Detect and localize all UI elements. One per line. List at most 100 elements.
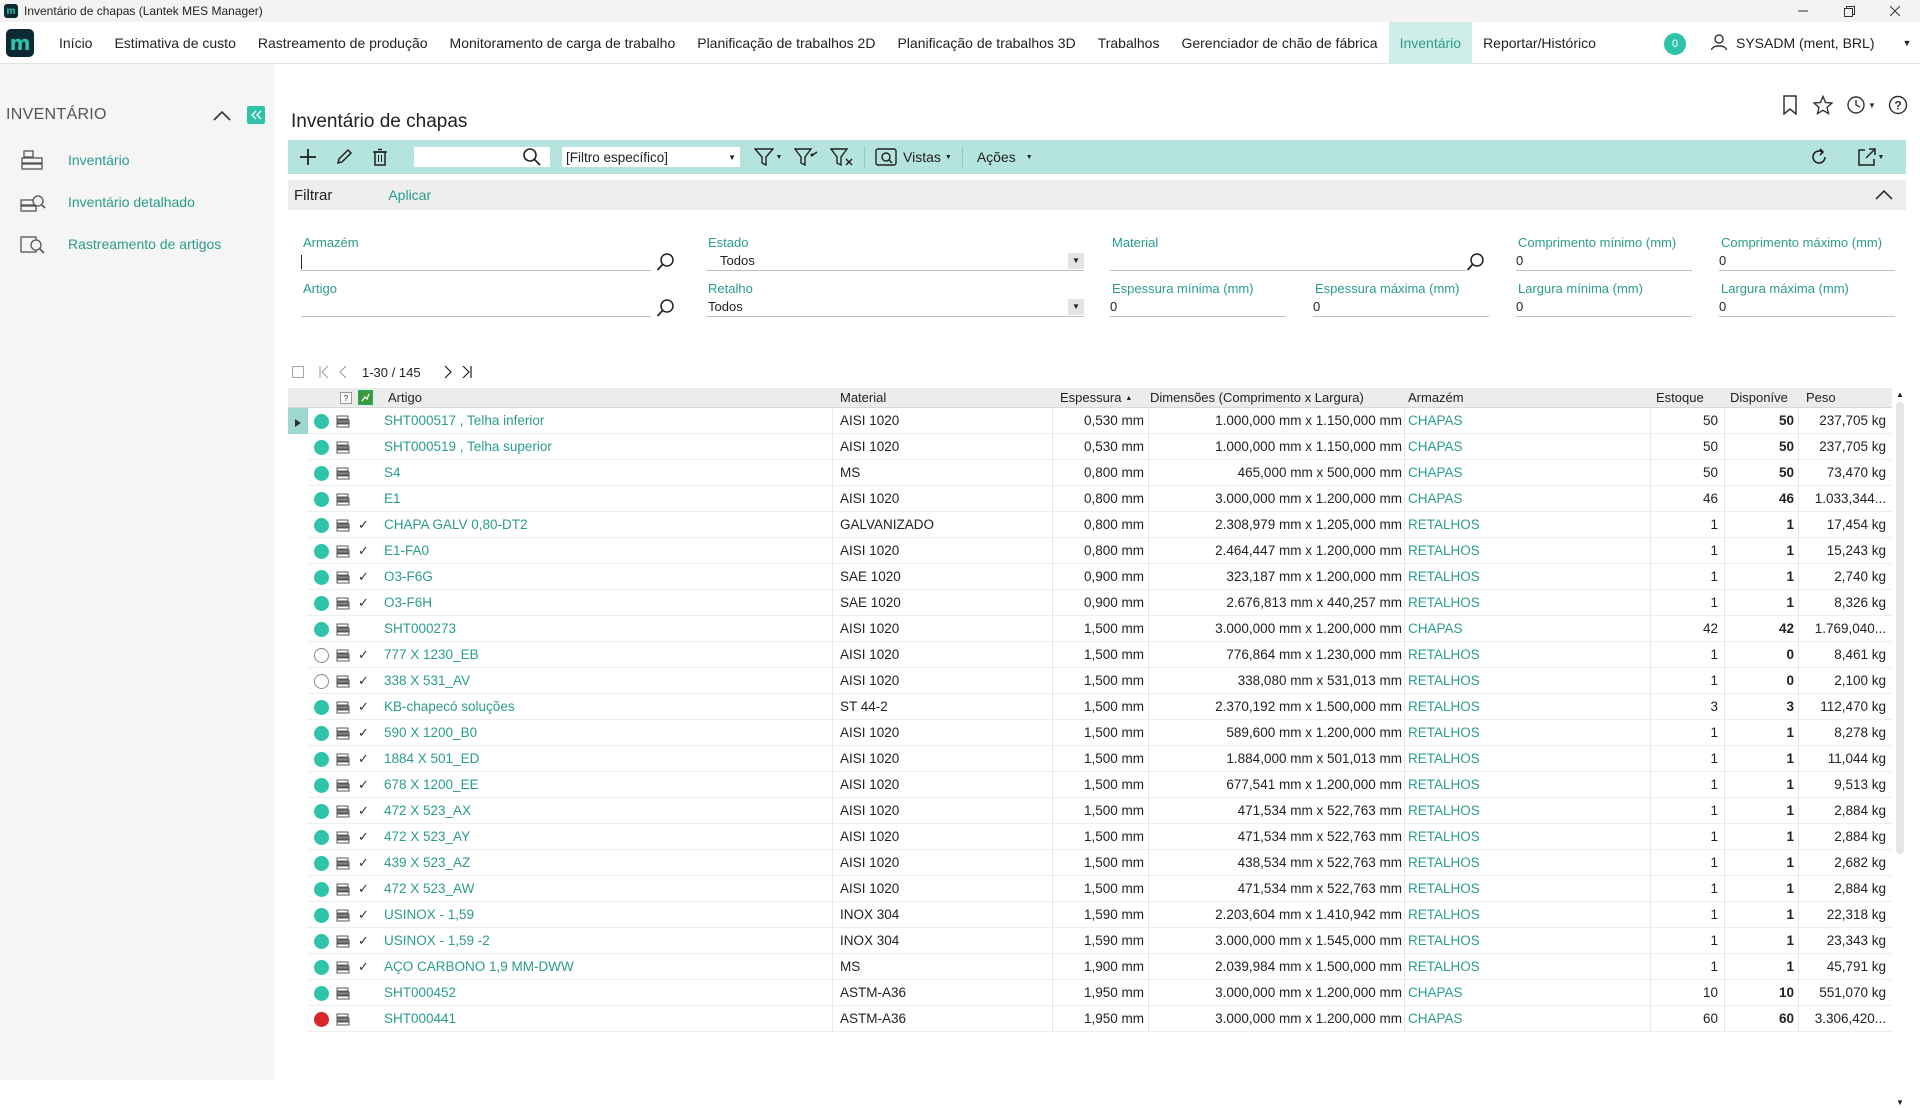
clear-filter-icon[interactable] [824, 140, 860, 174]
add-icon[interactable] [290, 140, 326, 174]
col-header-disponivel[interactable]: Disponíve [1730, 388, 1788, 408]
row-selector[interactable] [288, 954, 308, 980]
edit-pencil-icon[interactable] [326, 140, 362, 174]
table-row[interactable]: SHT000519 , Telha superior AISI 1020 0,530… [288, 434, 1892, 460]
article-link[interactable]: SHT000517 , Telha inferior [384, 408, 824, 434]
article-filter-input[interactable] [301, 297, 651, 317]
next-page-icon[interactable] [443, 365, 453, 379]
sidebar-item-inventario-detalhado[interactable]: Inventário detalhado [20, 189, 195, 215]
state-filter-select[interactable]: Todos ▼ [706, 251, 1084, 271]
warehouse-link[interactable]: CHAPAS [1408, 980, 1608, 1006]
apply-filter-button[interactable]: Aplicar [388, 187, 431, 203]
row-selector[interactable] [288, 642, 308, 668]
views-menu[interactable]: Vistas ▼ [869, 140, 958, 174]
table-row[interactable]: E1 AISI 1020 0,800 mm 3.000,000 mm x 1.200,… [288, 486, 1892, 512]
row-selector[interactable] [288, 694, 308, 720]
help-column-icon[interactable]: ? [340, 392, 352, 404]
row-selector[interactable] [288, 798, 308, 824]
table-row[interactable]: SHT000273 AISI 1020 1,500 mm 3.000,000 mm x… [288, 616, 1892, 642]
row-selector[interactable] [288, 850, 308, 876]
max-thickness-input[interactable]: 0 [1313, 297, 1489, 317]
table-row[interactable]: ✓ O3-F6G SAE 1020 0,900 mm 323,187 mm x 1.20… [288, 564, 1892, 590]
collapse-sidebar-icon[interactable] [247, 106, 265, 124]
history-clock-icon[interactable]: ▼ [1844, 93, 1878, 117]
sidebar-item-inventario[interactable]: Inventário [20, 147, 129, 173]
col-header-dimensoes[interactable]: Dimensões (Comprimento x Largura) [1150, 388, 1364, 408]
col-header-peso[interactable]: Peso [1806, 388, 1836, 408]
table-row[interactable]: ✓ 472 X 523_AY AISI 1020 1,500 mm 471,534 mm… [288, 824, 1892, 850]
row-selector[interactable] [288, 902, 308, 928]
table-row[interactable]: ✓ USINOX - 1,59 INOX 304 1,590 mm 2.203,604 … [288, 902, 1892, 928]
col-header-estoque[interactable]: Estoque [1656, 388, 1704, 408]
lantek-logo[interactable]: m [6, 28, 34, 57]
warehouse-link[interactable]: RETALHOS [1408, 746, 1608, 772]
help-icon[interactable]: ? [1886, 93, 1910, 117]
article-link[interactable]: S4 [384, 460, 824, 486]
row-selector[interactable] [288, 720, 308, 746]
export-icon[interactable]: ▼ [1850, 140, 1890, 174]
article-link[interactable]: CHAPA GALV 0,80-DT2 [384, 512, 824, 538]
menu-item[interactable]: Trabalhos [1087, 22, 1171, 64]
warehouse-link[interactable]: RETALHOS [1408, 772, 1608, 798]
article-link[interactable]: 472 X 523_AW [384, 876, 824, 902]
bookmark-icon[interactable] [1778, 93, 1802, 117]
article-link[interactable]: 590 X 1200_B0 [384, 720, 824, 746]
warehouse-link[interactable]: RETALHOS [1408, 876, 1608, 902]
warehouse-link[interactable]: RETALHOS [1408, 954, 1608, 980]
warehouse-link[interactable]: CHAPAS [1408, 460, 1608, 486]
article-link[interactable]: E1 [384, 486, 824, 512]
table-row[interactable]: ✓ CHAPA GALV 0,80-DT2 GALVANIZADO 0,800 mm 2… [288, 512, 1892, 538]
material-filter-input[interactable] [1110, 251, 1466, 271]
first-page-icon[interactable] [318, 365, 330, 379]
row-selector[interactable] [288, 512, 308, 538]
col-header-armazem[interactable]: Armazém [1408, 388, 1464, 408]
article-link[interactable]: SHT000441 [384, 1006, 824, 1032]
remnant-filter-select[interactable]: Todos ▼ [706, 297, 1084, 317]
row-selector[interactable] [288, 590, 308, 616]
select-all-checkbox[interactable] [292, 366, 304, 378]
table-row[interactable]: SHT000452 ASTM-A36 1,950 mm 3.000,000 mm x … [288, 980, 1892, 1006]
row-selector[interactable] [288, 616, 308, 642]
warehouse-link[interactable]: RETALHOS [1408, 694, 1608, 720]
menu-item[interactable]: Início [48, 22, 103, 64]
warehouse-link[interactable]: CHAPAS [1408, 1006, 1608, 1032]
row-selector[interactable] [288, 668, 308, 694]
row-selector[interactable] [288, 772, 308, 798]
warehouse-link[interactable]: RETALHOS [1408, 564, 1608, 590]
col-header-espessura[interactable]: Espessura ▲ [1060, 388, 1132, 408]
previous-page-icon[interactable] [338, 365, 348, 379]
table-row[interactable]: ✓ 472 X 523_AW AISI 1020 1,500 mm 471,534 mm… [288, 876, 1892, 902]
table-row[interactable]: ✓ AÇO CARBONO 1,9 MM-DWW MS 1,900 mm 2.039,9… [288, 954, 1892, 980]
article-link[interactable]: SHT000452 [384, 980, 824, 1006]
maximize-icon[interactable] [1826, 0, 1872, 22]
article-link[interactable]: 472 X 523_AX [384, 798, 824, 824]
collapse-filter-icon[interactable] [1874, 187, 1894, 204]
max-length-input[interactable]: 0 [1719, 251, 1895, 271]
row-selector[interactable] [288, 564, 308, 590]
warehouse-link[interactable]: RETALHOS [1408, 902, 1608, 928]
row-selector[interactable] [288, 746, 308, 772]
user-menu[interactable]: SYSADM (ment, BRL) ▼ [1710, 22, 1911, 64]
notifications-badge[interactable]: 0 [1664, 33, 1686, 55]
article-link[interactable]: SHT000519 , Telha superior [384, 434, 824, 460]
table-row[interactable]: SHT000517 , Telha inferior AISI 1020 0,530… [288, 408, 1892, 434]
filter-icon[interactable]: ▼ [748, 140, 788, 174]
material-search-icon[interactable] [1466, 252, 1486, 275]
menu-item[interactable]: Planificação de trabalhos 3D [886, 22, 1086, 64]
table-row[interactable]: ✓ 338 X 531_AV AISI 1020 1,500 mm 338,080 mm… [288, 668, 1892, 694]
search-input[interactable] [414, 147, 522, 167]
last-page-icon[interactable] [461, 365, 473, 379]
actions-menu[interactable]: Ações ▼ [967, 140, 1043, 174]
refresh-icon[interactable] [1802, 140, 1836, 174]
table-row[interactable]: ✓ KB-chapecó soluções ST 44-2 1,500 mm 2.370… [288, 694, 1892, 720]
vertical-scrollbar[interactable]: ▲ ▼ [1894, 388, 1906, 1108]
delete-trash-icon[interactable] [362, 140, 398, 174]
article-link[interactable]: O3-F6G [384, 564, 824, 590]
col-header-material[interactable]: Material [840, 388, 886, 408]
min-length-input[interactable]: 0 [1516, 251, 1692, 271]
warehouse-link[interactable]: CHAPAS [1408, 408, 1608, 434]
menu-item[interactable]: Inventário [1388, 21, 1473, 64]
article-link[interactable]: 439 X 523_AZ [384, 850, 824, 876]
article-link[interactable]: 338 X 531_AV [384, 668, 824, 694]
minimize-icon[interactable] [1780, 0, 1826, 22]
